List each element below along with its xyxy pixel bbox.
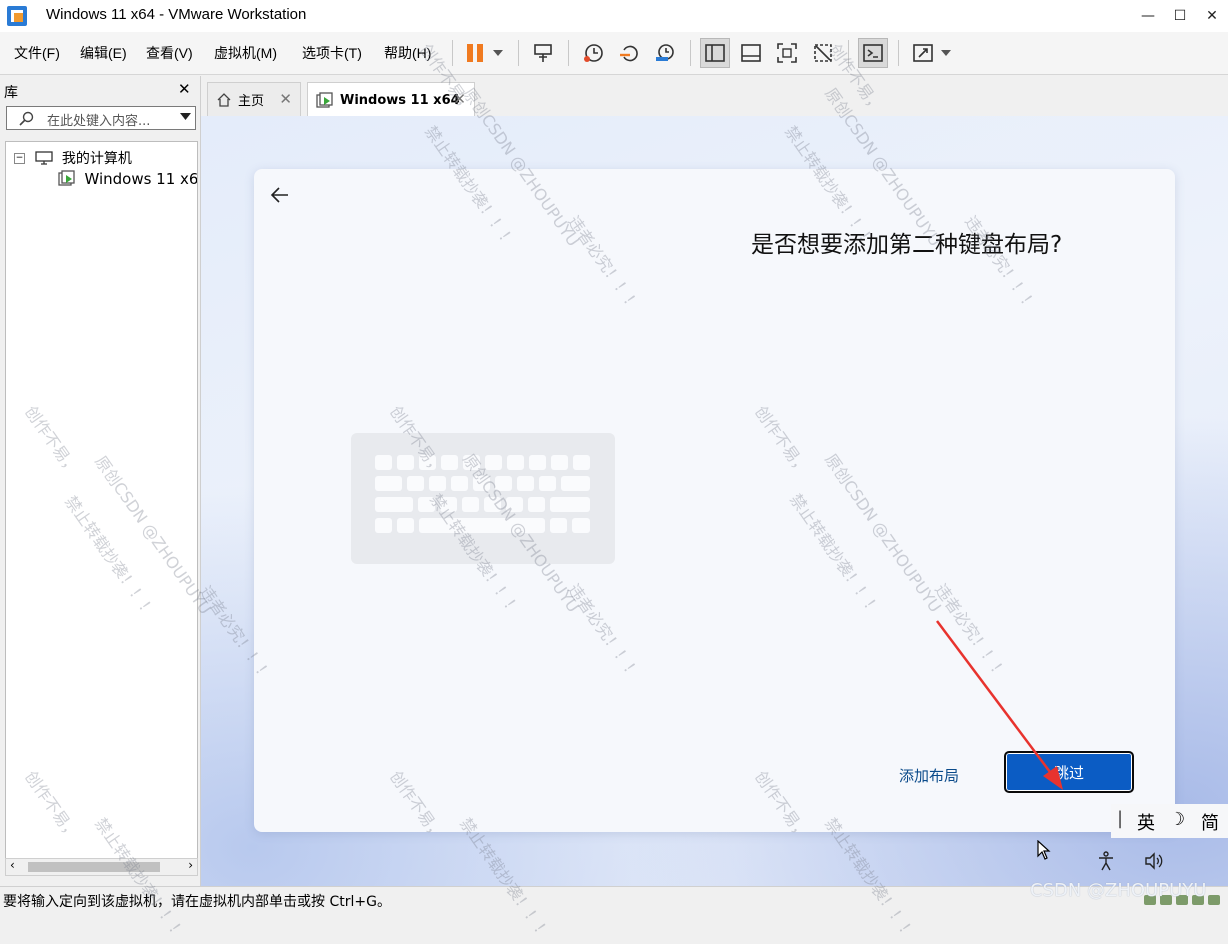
tab-label: 主页 — [238, 94, 265, 109]
vm-screen[interactable]: 是否想要添加第二种键盘布局? 添加布局 跳过 | 英 ☽ 简 — [201, 116, 1228, 886]
stretch-button[interactable] — [908, 38, 938, 68]
ime-divider: | — [1117, 808, 1124, 829]
collapse-icon[interactable]: − — [14, 152, 25, 164]
library-panel: 库 ✕ 在此处键入内容... − 我的计算机 Windows 11 x64 ‹ … — [0, 76, 200, 884]
pause-button[interactable] — [460, 38, 490, 68]
menu-vm[interactable]: 虚拟机(M) — [214, 43, 277, 63]
oobe-dialog: 是否想要添加第二种键盘布局? 添加布局 跳过 — [254, 169, 1175, 832]
menu-view[interactable]: 查看(V) — [146, 43, 193, 63]
menu-tabs[interactable]: 选项卡(T) — [302, 43, 362, 63]
minimize-button[interactable]: — — [1132, 0, 1164, 32]
library-scrollbar[interactable]: ‹ › — [5, 858, 198, 876]
stretch-icon — [913, 44, 933, 62]
dropdown-icon — [493, 50, 503, 56]
moon-icon[interactable]: ☽ — [1169, 809, 1185, 830]
search-placeholder: 在此处键入内容... — [47, 114, 151, 129]
search-icon — [19, 111, 34, 126]
tree-item-windows-11[interactable]: Windows 11 x64 — [58, 170, 198, 188]
unity-button[interactable] — [808, 38, 838, 68]
library-tree: − 我的计算机 Windows 11 x64 — [5, 141, 198, 861]
volume-icon[interactable] — [1143, 850, 1165, 872]
csdn-credit: CSDN @ZHOUPUYU — [1030, 880, 1207, 901]
terminal-icon — [863, 44, 883, 62]
maximize-button[interactable]: ☐ — [1164, 0, 1196, 32]
snapshot-icon — [584, 44, 603, 62]
send-ctrl-alt-del-button[interactable] — [528, 38, 558, 68]
menu-help[interactable]: 帮助(H) — [384, 43, 431, 63]
close-button[interactable]: ✕ — [1196, 0, 1228, 32]
menu-file[interactable]: 文件(F) — [14, 43, 60, 63]
minimize-icon: — — [1141, 8, 1155, 24]
maximize-icon: ☐ — [1173, 8, 1187, 24]
revert-snapshot-icon — [620, 45, 638, 62]
ime-indicator[interactable]: | 英 ☽ 简 — [1111, 804, 1228, 838]
close-icon: ✕ — [1206, 8, 1218, 24]
stretch-dropdown[interactable] — [936, 38, 956, 68]
toolbar-separator — [690, 40, 691, 66]
tab-close-icon[interactable]: ✕ — [453, 90, 466, 108]
home-icon — [217, 92, 231, 107]
snapshot-manager-icon — [656, 44, 674, 61]
back-arrow-icon[interactable] — [268, 183, 292, 207]
mouse-cursor-icon — [1037, 840, 1051, 860]
tree-label: 我的计算机 — [61, 151, 132, 167]
dropdown-icon — [941, 50, 951, 56]
menu-toolbar: 文件(F) 编辑(E) 查看(V) 虚拟机(M) 选项卡(T) 帮助(H) — [0, 32, 1228, 75]
computer-icon — [35, 151, 54, 165]
title-bar: Windows 11 x64 - VMware Workstation — ☐ … — [0, 0, 1228, 32]
menu-edit[interactable]: 编辑(E) — [80, 43, 127, 63]
pause-icon — [467, 44, 483, 62]
skip-button[interactable]: 跳过 — [1004, 751, 1134, 793]
toolbar-separator — [452, 40, 453, 66]
show-library-button[interactable] — [700, 38, 730, 68]
window-title: Windows 11 x64 - VMware Workstation — [46, 6, 307, 23]
vmware-icon — [7, 6, 27, 26]
toolbar-separator — [848, 40, 849, 66]
console-view-icon — [741, 44, 761, 62]
page-title: 是否想要添加第二种键盘布局? — [751, 232, 1063, 258]
revert-snapshot-button[interactable] — [614, 38, 644, 68]
send-keys-icon — [534, 44, 552, 62]
accessibility-icon[interactable] — [1095, 850, 1117, 872]
add-layout-link[interactable]: 添加布局 — [899, 765, 959, 786]
toolbar-separator — [898, 40, 899, 66]
scroll-left-icon[interactable]: ‹ — [10, 858, 15, 872]
keyboard-illustration — [351, 433, 615, 564]
library-close-button[interactable]: ✕ — [178, 80, 191, 98]
vm-icon — [58, 170, 75, 186]
fullscreen-button[interactable] — [772, 38, 802, 68]
ime-mode[interactable]: 简 — [1201, 809, 1219, 835]
fullscreen-icon — [777, 43, 797, 63]
unity-icon — [814, 44, 832, 62]
workspace: 主页 ✕ Windows 11 x64 ✕ 是否想要添加第二种键盘布局? 添加布… — [200, 76, 1228, 886]
scroll-right-icon[interactable]: › — [188, 858, 193, 872]
tab-home[interactable]: 主页 ✕ — [207, 82, 301, 116]
library-search-input[interactable]: 在此处键入内容... — [6, 106, 196, 130]
terminal-button[interactable] — [858, 38, 888, 68]
ime-lang[interactable]: 英 — [1137, 809, 1155, 835]
sidebar-view-icon — [705, 44, 725, 62]
tree-label: Windows 11 x64 — [84, 170, 198, 188]
tab-label: Windows 11 x64 — [340, 93, 460, 108]
library-header: 库 — [4, 85, 18, 101]
status-text: 要将输入定向到该虚拟机，请在虚拟机内部单击或按 Ctrl+G。 — [3, 894, 391, 910]
console-view-button[interactable] — [736, 38, 766, 68]
close-icon: ✕ — [178, 80, 191, 98]
toolbar-separator — [568, 40, 569, 66]
tree-item-my-computer[interactable]: − 我的计算机 — [14, 148, 132, 168]
scrollbar-thumb[interactable] — [28, 862, 160, 872]
tab-close-icon[interactable]: ✕ — [279, 90, 292, 108]
toolbar-separator — [518, 40, 519, 66]
dropdown-icon[interactable] — [180, 113, 191, 120]
take-snapshot-button[interactable] — [578, 38, 608, 68]
tab-windows-11[interactable]: Windows 11 x64 ✕ — [307, 82, 475, 118]
vm-icon — [316, 91, 333, 108]
snapshot-manager-button[interactable] — [650, 38, 680, 68]
device-icon[interactable] — [1208, 895, 1220, 905]
pause-dropdown[interactable] — [488, 38, 508, 68]
